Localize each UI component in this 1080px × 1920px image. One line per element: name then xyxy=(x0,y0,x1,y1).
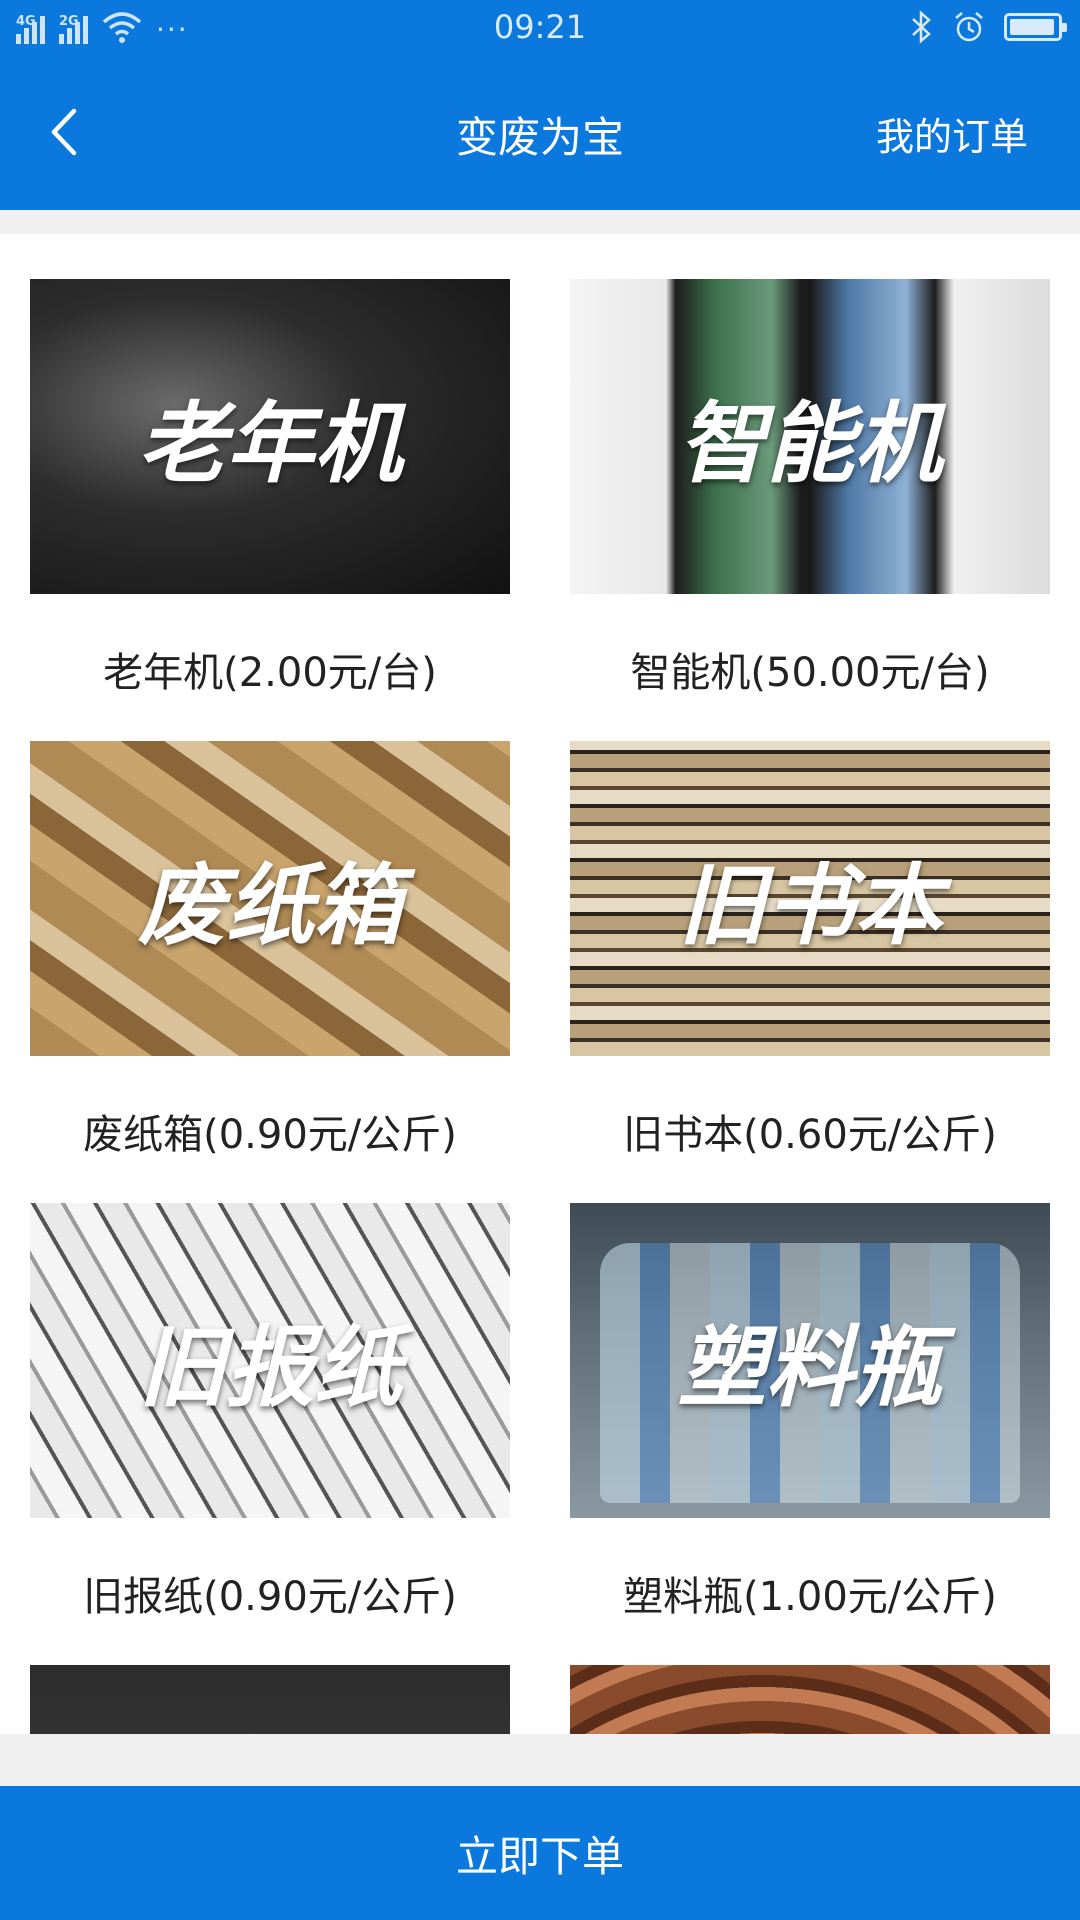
status-bar: 4G 2G ··· 09:21 xyxy=(0,0,1080,56)
item-card-plastic-bottle[interactable]: 塑料瓶 塑料瓶(1.00元/公斤) xyxy=(570,1203,1050,1622)
item-card-metal[interactable] xyxy=(570,1665,1050,1734)
item-image-label: 旧报纸 xyxy=(137,1316,402,1419)
alarm-icon xyxy=(955,12,983,42)
item-image-label: 老年机 xyxy=(137,392,402,495)
recycle-item-grid: 老年机 老年机(2.00元/台) 智能机 智能机(50.00元/台) 废纸箱 废… xyxy=(0,234,1080,1734)
item-image: 旧报纸 xyxy=(30,1203,510,1518)
item-caption: 废纸箱(0.90元/公斤) xyxy=(83,1112,457,1158)
item-image: 废纸箱 xyxy=(30,741,510,1056)
item-card-newspaper[interactable]: 旧报纸 旧报纸(0.90元/公斤) xyxy=(30,1203,510,1622)
my-orders-link[interactable]: 我的订单 xyxy=(876,106,1028,161)
status-right xyxy=(910,10,1067,44)
nav-bar: 变废为宝 我的订单 xyxy=(0,56,1080,210)
item-card-smartphone[interactable]: 智能机 智能机(50.00元/台) xyxy=(570,279,1050,698)
item-image-label: 智能机 xyxy=(677,392,942,495)
item-caption: 旧报纸(0.90元/公斤) xyxy=(83,1574,457,1620)
item-caption: 塑料瓶(1.00元/公斤) xyxy=(623,1574,997,1620)
order-now-button[interactable]: 立即下单 xyxy=(0,1786,1080,1920)
item-caption: 智能机(50.00元/台) xyxy=(630,650,990,696)
item-image: 塑料瓶 xyxy=(570,1203,1050,1518)
header-divider xyxy=(0,210,1080,234)
item-image: 老年机 xyxy=(30,279,510,594)
item-image-label: 旧书本 xyxy=(677,854,942,957)
item-card-cardboard[interactable]: 废纸箱 废纸箱(0.90元/公斤) xyxy=(30,741,510,1160)
battery-icon xyxy=(1004,13,1067,41)
footer-divider xyxy=(0,1734,1080,1786)
item-image xyxy=(30,1665,510,1734)
item-image: 旧书本 xyxy=(570,741,1050,1056)
item-image-label: 废纸箱 xyxy=(137,854,402,957)
item-caption: 旧书本(0.60元/公斤) xyxy=(623,1112,997,1158)
item-card-clothes[interactable] xyxy=(30,1665,510,1734)
bluetooth-icon xyxy=(912,10,931,44)
item-image: 智能机 xyxy=(570,279,1050,594)
item-image xyxy=(570,1665,1050,1734)
item-image-label: 塑料瓶 xyxy=(677,1316,942,1419)
item-card-old-books[interactable]: 旧书本 旧书本(0.60元/公斤) xyxy=(570,741,1050,1160)
item-card-elder-phone[interactable]: 老年机 老年机(2.00元/台) xyxy=(30,279,510,698)
item-caption: 老年机(2.00元/台) xyxy=(103,650,437,696)
